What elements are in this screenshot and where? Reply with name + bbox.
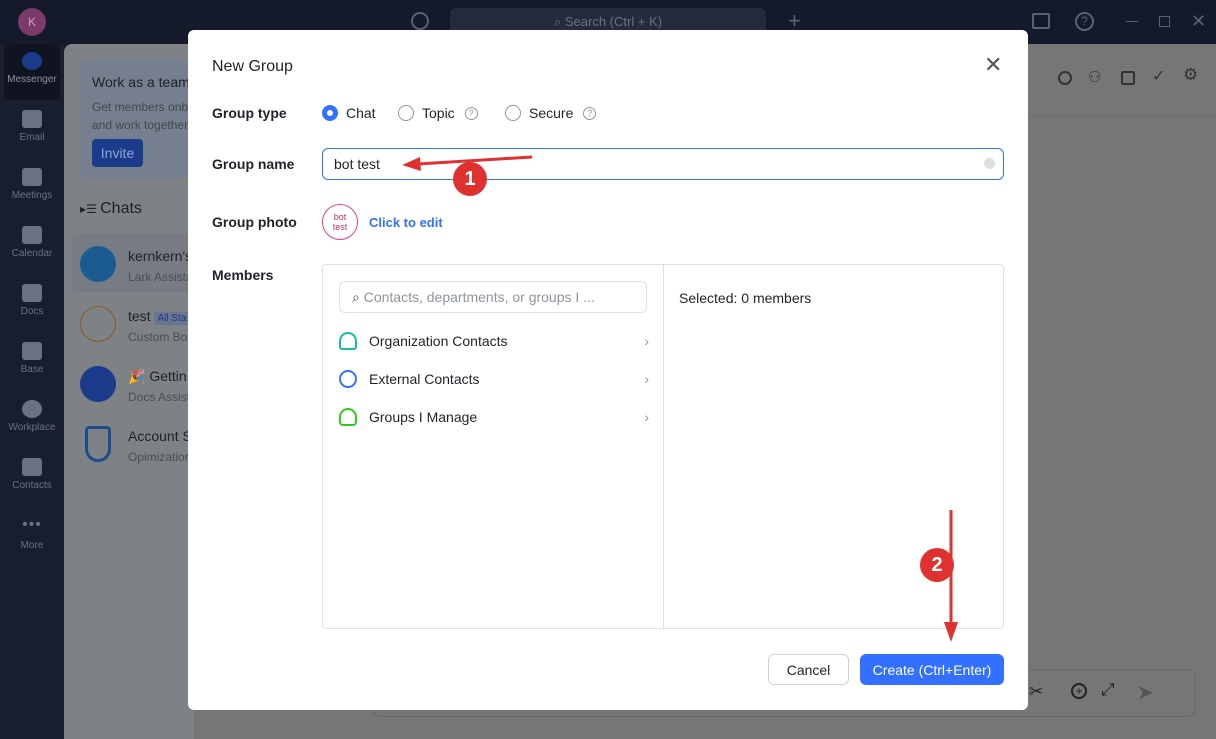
annotation-badge: 1 [453, 162, 487, 196]
annotation-badge: 2 [920, 548, 954, 582]
annotation-arrows [402, 155, 958, 642]
arrowhead-1 [402, 157, 421, 171]
arrowhead-2 [944, 622, 958, 642]
